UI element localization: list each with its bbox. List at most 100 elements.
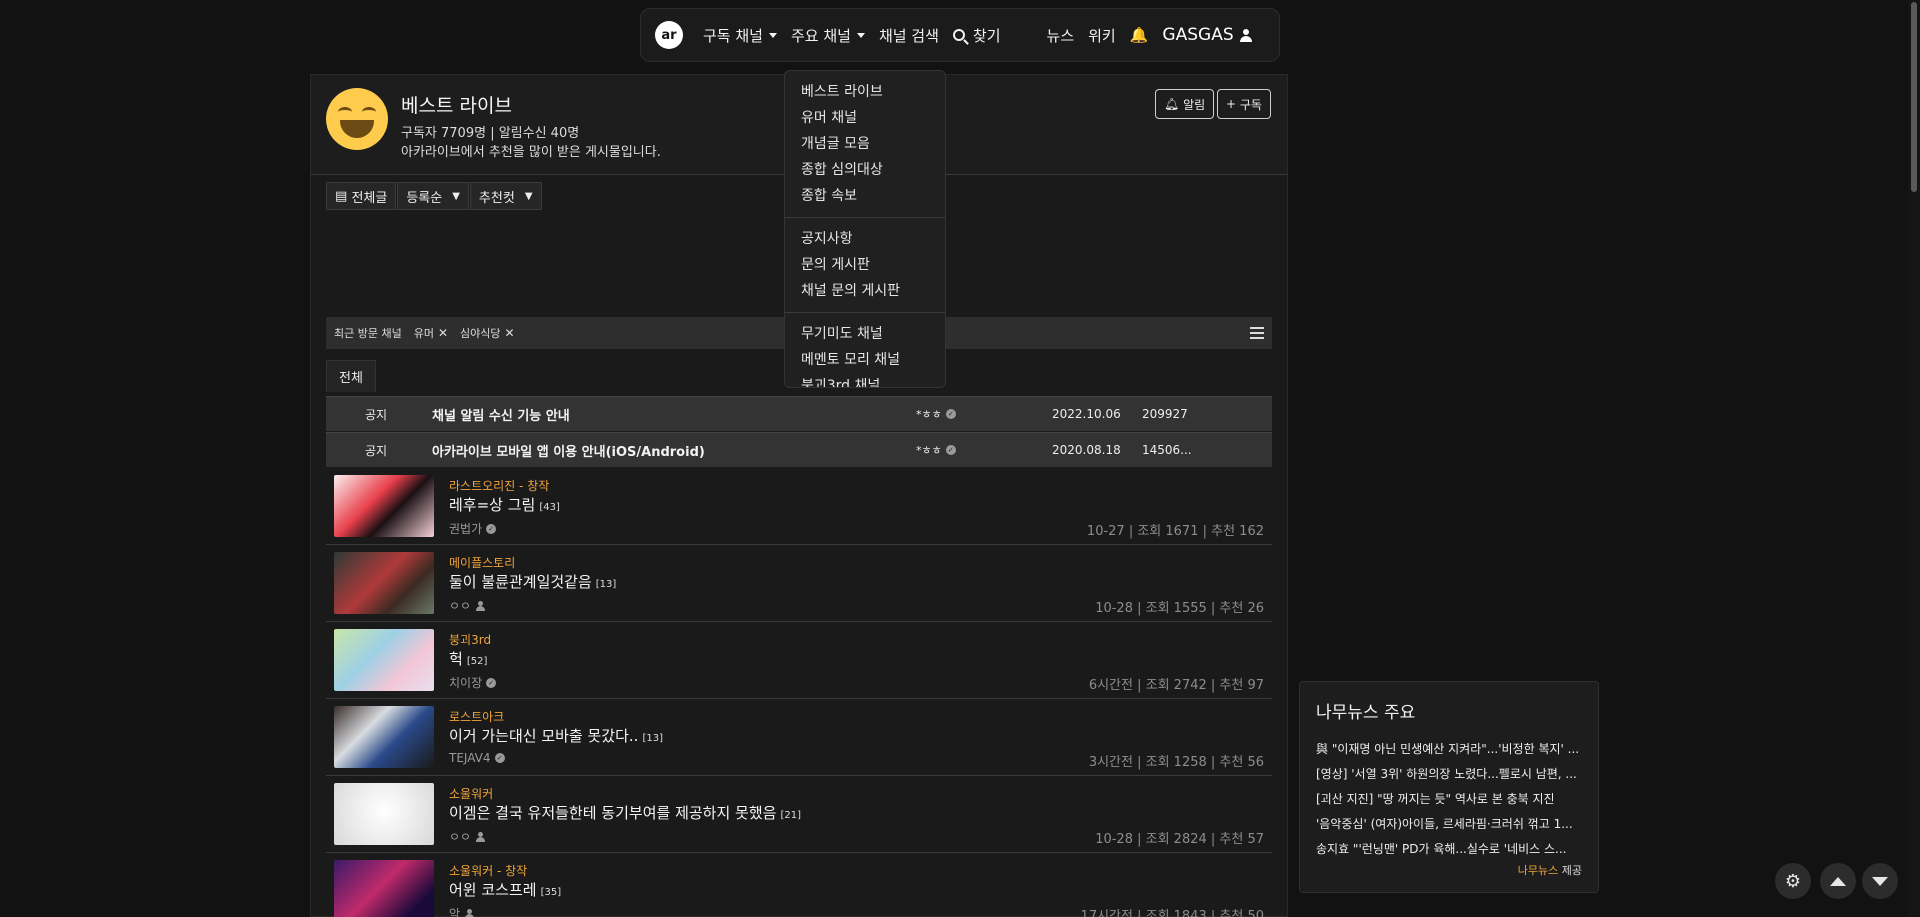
post-meta: 17시간전 | 조회 1843 | 추천 50 — [1080, 909, 1264, 917]
nav-wiki[interactable]: 위키 — [1088, 25, 1116, 46]
namu-news-widget: 나무뉴스 주요 與 "이재명 아닌 민생예산 지켜라"...'비정한 복지' .… — [1299, 681, 1599, 893]
post-category: 로스트아크 — [449, 710, 505, 724]
notice-row[interactable]: 공지 아카라이브 모바일 앱 이용 안내(iOS/Android) *ㅎㅎ ✓ 2… — [326, 432, 1272, 467]
plus-icon: + — [1226, 97, 1237, 111]
scroll-bottom-button[interactable] — [1862, 863, 1898, 899]
nav-channel-search[interactable]: 채널 검색 — [879, 25, 939, 46]
news-title: 나무뉴스 주요 — [1316, 703, 1416, 723]
recent-chip[interactable]: 유머 ✕ — [414, 325, 448, 341]
user-icon — [476, 831, 486, 842]
bell-icon: 🔔︎ — [1164, 97, 1180, 111]
news-item[interactable]: '음악중심' (여자)아이들, 르세라핌·크러쉬 꺾고 1... — [1316, 812, 1582, 837]
news-item[interactable]: [괴산 지진] "땅 꺼지는 듯" 역사로 본 충북 지진 — [1316, 787, 1582, 812]
channel-title[interactable]: 베스트 라이브 — [401, 91, 512, 118]
caret-down-icon — [768, 32, 777, 38]
nav-find[interactable]: 찾기 — [952, 25, 1001, 46]
post-row[interactable]: 메이플스토리 둘이 불륜관계일것같음 [13] ㅇㅇ 10-28 | 조회 155… — [326, 545, 1272, 622]
dropdown-divider — [785, 312, 945, 313]
news-item[interactable]: 송지효 "'런닝맨' PD가 육해...실수로 '네비스 스... — [1316, 837, 1582, 862]
verified-icon: ✓ — [486, 523, 497, 534]
post-meta: 10-27 | 조회 1671 | 추천 162 — [1086, 524, 1264, 539]
scrollbar-thumb[interactable] — [1911, 2, 1917, 192]
news-credit[interactable]: 나무뉴스 제공 — [1518, 862, 1582, 878]
dropdown-item[interactable]: 유머 채널 — [785, 105, 945, 131]
user-menu[interactable]: GASGAS — [1162, 25, 1252, 45]
post-row[interactable]: 붕괴3rd 헉 [52] 치이장 ✓ 6시간전 | 조회 2742 | 추천 97 — [326, 622, 1272, 699]
recommend-cut-select[interactable]: 추천컷 ▼ — [469, 182, 542, 210]
sort-select[interactable]: 등록순 ▼ — [397, 182, 469, 210]
post-thumbnail[interactable] — [334, 629, 434, 691]
all-posts-button[interactable]: ▤ 전체글 — [326, 182, 397, 210]
dropdown-item[interactable]: 베스트 라이브 — [785, 79, 945, 105]
caret-down-icon — [856, 32, 865, 38]
post-thumbnail[interactable] — [334, 860, 434, 917]
channel-emoji-icon — [326, 88, 388, 150]
post-thumbnail[interactable] — [334, 475, 434, 537]
bell-icon[interactable]: 🔔 — [1130, 26, 1149, 44]
major-channels-dropdown: 베스트 라이브 유머 채널 개념글 모음 종합 심의대상 종합 속보 공지사항 … — [784, 70, 946, 388]
post-meta: 3시간전 | 조회 1258 | 추천 56 — [1088, 755, 1264, 770]
alert-button[interactable]: 🔔︎ 알림 — [1155, 89, 1215, 119]
news-item[interactable]: 與 "이재명 아닌 민생예산 지켜라"...'비정한 복지' ... — [1316, 737, 1582, 762]
recent-chip[interactable]: 심야식당 ✕ — [460, 325, 515, 341]
post-title[interactable]: 레후=상 그림 [43] — [449, 494, 560, 515]
post-thumbnail[interactable] — [334, 706, 434, 768]
scroll-top-button[interactable] — [1820, 863, 1856, 899]
post-thumbnail[interactable] — [334, 552, 434, 614]
verified-icon: ✓ — [945, 409, 956, 419]
subscribe-button[interactable]: + 구독 — [1217, 89, 1271, 119]
notice-row[interactable]: 공지 채널 알림 수신 기능 안내 *ㅎㅎ ✓ 2022.10.06 209927 — [326, 396, 1272, 431]
close-icon[interactable]: ✕ — [505, 326, 515, 340]
verified-icon: ✓ — [486, 677, 497, 688]
nav-news[interactable]: 뉴스 — [1047, 25, 1075, 46]
dropdown-item[interactable]: 개념글 모음 — [785, 131, 945, 157]
post-title[interactable]: 이겜은 결국 유저들한테 동기부여를 제공하지 못했음 [21] — [449, 802, 801, 823]
top-navbar: ar 구독 채널 주요 채널 채널 검색 찾기 뉴스 위키 🔔 GASGAS — [640, 8, 1280, 62]
post-title[interactable]: 헉 [52] — [449, 648, 487, 669]
post-author: 권법가 ✓ — [449, 520, 497, 537]
notice-author: *ㅎㅎ ✓ — [916, 442, 1052, 458]
post-meta: 10-28 | 조회 2824 | 추천 57 — [1095, 832, 1264, 847]
user-icon — [1239, 28, 1252, 42]
tab-all[interactable]: 전체 — [326, 360, 376, 392]
notice-title[interactable]: 채널 알림 수신 기능 안내 — [426, 405, 916, 424]
dropdown-item[interactable]: 메멘토 모리 채널 — [785, 347, 945, 373]
close-icon[interactable]: ✕ — [438, 326, 448, 340]
nav-subscribed-channels[interactable]: 구독 채널 — [703, 25, 777, 46]
dropdown-item[interactable]: 공지사항 — [785, 226, 945, 252]
notice-title[interactable]: 아카라이브 모바일 앱 이용 안내(iOS/Android) — [426, 441, 916, 460]
post-title[interactable]: 어윈 코스프레 [35] — [449, 879, 561, 900]
post-row[interactable]: 소울워커 - 창작 어윈 코스프레 [35] 악 17시간전 | 조회 1843 … — [326, 853, 1272, 917]
post-row[interactable]: 소울워커 이겜은 결국 유저들한테 동기부여를 제공하지 못했음 [21] ㅇㅇ … — [326, 776, 1272, 853]
dropdown-item[interactable]: 문의 게시판 — [785, 252, 945, 278]
arca-logo-icon[interactable]: ar — [655, 21, 683, 49]
dropdown-item[interactable]: 채널 문의 게시판 — [785, 278, 945, 304]
settings-button[interactable]: ⚙ — [1775, 863, 1811, 899]
post-author: ㅇㅇ — [449, 828, 486, 845]
post-author: ㅇㅇ — [449, 597, 486, 614]
post-category: 붕괴3rd — [449, 633, 492, 647]
filter-bar: ▤ 전체글 등록순 ▼ 추천컷 ▼ — [326, 182, 543, 210]
verified-icon: ✓ — [945, 445, 956, 455]
nav-major-channels[interactable]: 주요 채널 — [791, 25, 865, 46]
dropdown-item[interactable]: 붕괴3rd 채널 — [785, 373, 945, 387]
post-row[interactable]: 라스트오리진 - 창작 레후=상 그림 [43] 권법가 ✓ 10-27 | 조회 … — [326, 468, 1272, 545]
list-icon: ▤ — [335, 188, 348, 204]
menu-icon[interactable] — [1250, 327, 1264, 339]
post-title[interactable]: 둘이 불륜관계일것같음 [13] — [449, 571, 616, 592]
arrow-down-icon — [1872, 876, 1888, 886]
page-scrollbar[interactable] — [1908, 0, 1920, 917]
channel-description: 아카라이브에서 추천을 많이 받은 게시물입니다. — [401, 145, 661, 160]
dropdown-item[interactable]: 종합 속보 — [785, 183, 945, 209]
post-author: 악 — [449, 905, 475, 917]
user-icon — [465, 908, 475, 917]
post-row[interactable]: 로스트아크 이거 가는대신 모바출 못갔다.. [13] TEJAV4 ✓ 3시간전… — [326, 699, 1272, 776]
post-title[interactable]: 이거 가는대신 모바출 못갔다.. [13] — [449, 725, 663, 746]
post-thumbnail[interactable] — [334, 783, 434, 845]
dropdown-item[interactable]: 무기미도 채널 — [785, 321, 945, 347]
dropdown-item[interactable]: 종합 심의대상 — [785, 157, 945, 183]
verified-icon: ✓ — [494, 753, 505, 763]
news-item[interactable]: [영상] '서열 3위' 하원의장 노렸다...펠로시 남편, ... — [1316, 762, 1582, 787]
channel-stats: 구독자 7709명 | 알림수신 40명 — [401, 126, 580, 141]
post-category: 라스트오리진 - 창작 — [449, 479, 550, 493]
